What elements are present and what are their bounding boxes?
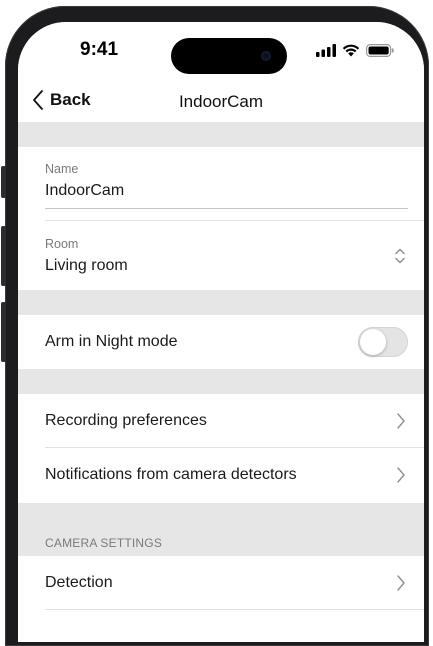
notifications-label: Notifications from camera detectors — [45, 466, 297, 483]
navigation-bar: Back IndoorCam — [18, 82, 424, 122]
recording-preferences-row[interactable]: Recording preferences — [18, 394, 424, 448]
room-field-label: Room — [45, 237, 79, 251]
volume-up-button — [1, 226, 6, 286]
silent-switch — [1, 166, 6, 198]
battery-icon — [366, 44, 394, 57]
chevron-right-icon — [397, 413, 405, 429]
screen: 9:41 Back IndoorCam Name IndoorCam Room … — [18, 22, 424, 642]
phone-frame: 9:41 Back IndoorCam Name IndoorCam Room … — [1, 6, 429, 646]
volume-down-button — [1, 302, 6, 362]
night-mode-row: Arm in Night mode — [18, 315, 424, 369]
section-spacer — [18, 369, 424, 394]
toggle-knob — [360, 329, 386, 355]
night-mode-toggle[interactable] — [358, 327, 408, 357]
recording-preferences-label: Recording preferences — [45, 412, 207, 429]
chevron-right-icon — [397, 467, 405, 483]
detection-row[interactable]: Detection — [18, 556, 424, 610]
name-field-label: Name — [45, 162, 79, 176]
room-select-row[interactable]: Room Living room — [18, 221, 424, 290]
name-field-row[interactable]: Name IndoorCam — [18, 147, 424, 221]
chevron-right-icon — [397, 575, 405, 591]
chevron-up-down-icon — [395, 248, 405, 264]
night-mode-label: Arm in Night mode — [45, 333, 178, 350]
section-spacer — [18, 290, 424, 315]
next-settings-row[interactable] — [18, 610, 424, 642]
wifi-icon — [342, 44, 360, 57]
status-bar: 9:41 — [18, 22, 424, 82]
page-title: IndoorCam — [178, 92, 264, 111]
notifications-row[interactable]: Notifications from camera detectors — [18, 448, 424, 503]
front-camera — [261, 51, 271, 61]
camera-settings-section: CAMERA SETTINGS — [18, 503, 424, 556]
dynamic-island — [171, 38, 287, 74]
status-time: 9:41 — [80, 39, 119, 60]
detection-label: Detection — [45, 574, 113, 591]
name-field-underline — [45, 208, 408, 209]
status-icons — [316, 44, 394, 57]
section-spacer — [18, 122, 424, 147]
room-field-value: Living room — [45, 257, 128, 274]
name-field-value[interactable]: IndoorCam — [45, 182, 124, 200]
signal-icon — [316, 44, 336, 57]
section-header: CAMERA SETTINGS — [45, 536, 163, 550]
